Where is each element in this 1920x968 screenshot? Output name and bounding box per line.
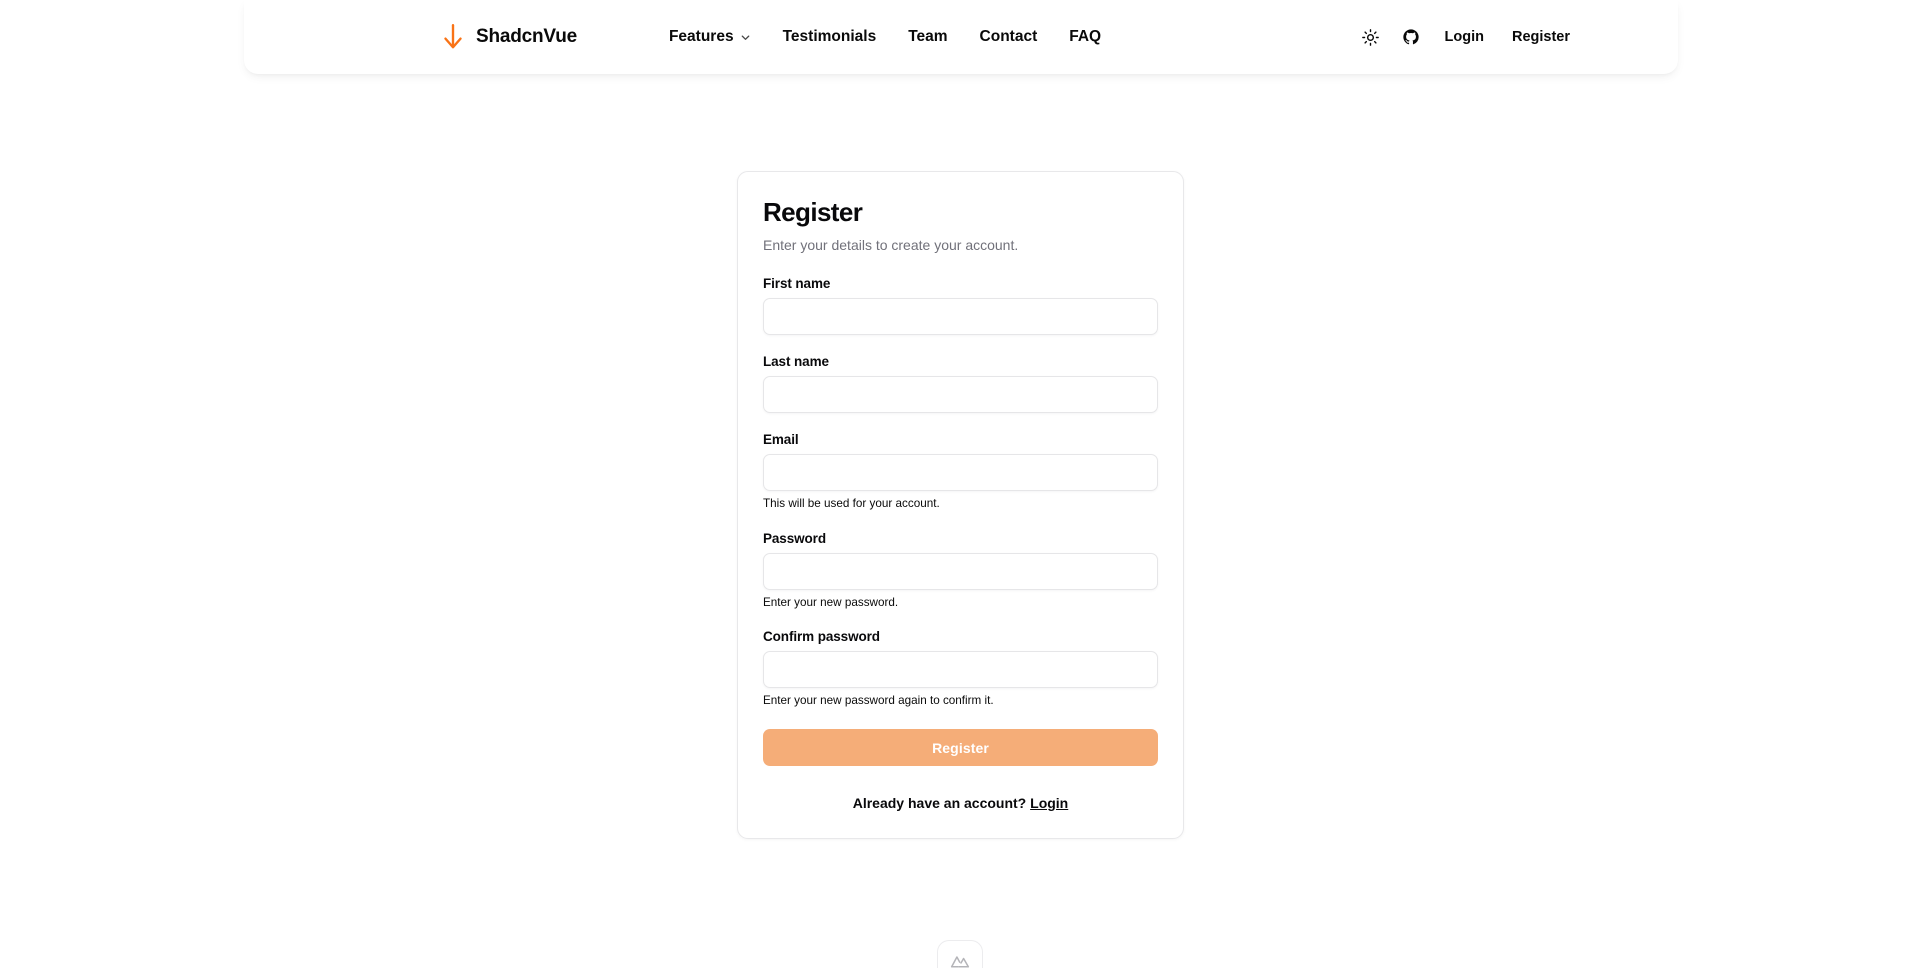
main-nav: Features Testimonials Team Contact FAQ: [653, 20, 1117, 54]
nav-item-features[interactable]: Features: [653, 20, 767, 54]
nav-item-contact[interactable]: Contact: [964, 20, 1054, 54]
password-hint: Enter your new password.: [763, 595, 899, 609]
first-name-label: First name: [763, 276, 831, 292]
register-card: Register Enter your details to create yo…: [737, 171, 1184, 840]
nav-item-label: FAQ: [1069, 28, 1102, 45]
nav-item-label: Testimonials: [782, 28, 877, 45]
email-label: Email: [763, 432, 799, 448]
password-input[interactable]: [763, 552, 1158, 590]
confirm-password-input[interactable]: [763, 650, 1158, 688]
last-name-label: Last name: [763, 354, 829, 370]
first-name-input[interactable]: [763, 298, 1158, 336]
nav-item-label: Team: [908, 28, 948, 45]
nuxt-devtools-badge[interactable]: [937, 940, 983, 968]
site-header: ShadcnVue Features Testimonials Team Con…: [244, 0, 1678, 74]
register-submit-button[interactable]: Register: [763, 729, 1158, 767]
theme-toggle-button[interactable]: [1353, 19, 1389, 55]
nav-item-label: Contact: [979, 28, 1038, 45]
nuxt-mountain-icon: [950, 956, 970, 968]
field-confirm-password: Confirm password Enter your new password…: [763, 629, 1158, 708]
email-input[interactable]: [763, 454, 1158, 492]
header-login-link[interactable]: Login: [1433, 21, 1496, 53]
password-label: Password: [763, 530, 826, 546]
header-actions: Login Register: [1353, 19, 1583, 55]
last-name-input[interactable]: [763, 376, 1158, 414]
github-link-button[interactable]: [1393, 19, 1429, 55]
page-root: ShadcnVue Features Testimonials Team Con…: [0, 0, 1920, 968]
header-register-link[interactable]: Register: [1500, 21, 1582, 53]
nav-item-faq[interactable]: FAQ: [1053, 20, 1117, 54]
card-description: Enter your details to create your accoun…: [763, 236, 1019, 253]
brand-logo[interactable]: ShadcnVue: [440, 23, 577, 51]
field-first-name: First name: [763, 276, 1158, 336]
field-password: Password Enter your new password.: [763, 531, 1158, 610]
chevron-down-icon: [741, 34, 749, 40]
nav-item-team[interactable]: Team: [892, 20, 963, 54]
confirm-password-hint: Enter your new password again to confirm…: [763, 693, 994, 707]
nav-item-testimonials[interactable]: Testimonials: [767, 20, 893, 54]
sun-icon: [1362, 28, 1379, 46]
page-title: Register: [763, 197, 863, 227]
card-footer: Already have an account? Login: [763, 795, 1158, 811]
field-last-name: Last name: [763, 354, 1158, 414]
confirm-password-label: Confirm password: [763, 628, 880, 644]
footer-login-link[interactable]: Login: [1030, 795, 1068, 811]
nav-item-label: Features: [668, 28, 734, 45]
github-icon: [1402, 29, 1419, 45]
arrow-down-icon: [444, 23, 462, 49]
field-email: Email This will be used for your account…: [763, 432, 1158, 511]
email-hint: This will be used for your account.: [763, 497, 940, 511]
brand-name: ShadcnVue: [476, 26, 577, 47]
footer-text: Already have an account?: [852, 795, 1027, 812]
